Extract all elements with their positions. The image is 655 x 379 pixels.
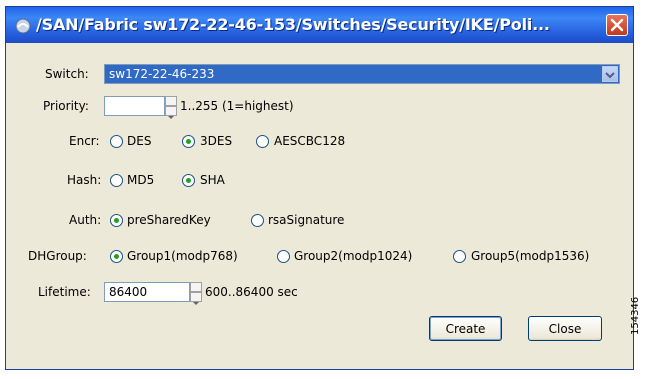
switch-value: sw172-22-46-233 xyxy=(109,67,215,81)
switch-dropdown-button[interactable] xyxy=(602,66,618,82)
create-button[interactable]: Create xyxy=(429,316,502,341)
dh-group2-radio[interactable] xyxy=(277,250,290,263)
app-icon xyxy=(15,18,31,34)
close-icon xyxy=(610,18,624,32)
encr-3des-label: 3DES xyxy=(200,134,233,148)
encr-label: Encr: xyxy=(69,134,100,148)
priority-hint: 1..255 (1=highest) xyxy=(180,99,294,113)
auth-label: Auth: xyxy=(69,213,102,227)
dh-group5-radio[interactable] xyxy=(453,250,466,263)
lifetime-input[interactable]: 86400 xyxy=(104,282,190,302)
close-window-button[interactable] xyxy=(606,14,628,36)
auth-rsasignature-label: rsaSignature xyxy=(268,213,345,227)
lifetime-label: Lifetime: xyxy=(38,285,91,299)
encr-3des-radio[interactable] xyxy=(182,135,195,148)
auth-rsasignature-radio[interactable] xyxy=(251,214,264,227)
dialog-window: /SAN/Fabric sw172-22-46-153/Switches/Sec… xyxy=(5,6,634,370)
hash-md5-label: MD5 xyxy=(127,173,155,187)
spin-up-icon[interactable] xyxy=(190,282,202,296)
encr-des-radio[interactable] xyxy=(110,135,123,148)
dh-group1-radio[interactable] xyxy=(110,250,123,263)
hash-md5-radio[interactable] xyxy=(110,174,123,187)
priority-input[interactable] xyxy=(104,96,165,116)
close-button[interactable]: Close xyxy=(528,316,602,341)
figure-id: 154346 xyxy=(630,296,641,335)
dh-group2-label: Group2(modp1024) xyxy=(294,249,413,263)
priority-spinner[interactable] xyxy=(165,96,177,119)
spin-down-icon[interactable] xyxy=(190,292,202,305)
dialog-body: Switch: sw172-22-46-233 Priority: 1..255… xyxy=(6,43,633,369)
encr-des-label: DES xyxy=(127,134,152,148)
dh-group5-label: Group5(modp1536) xyxy=(471,249,590,263)
window-title: /SAN/Fabric sw172-22-46-153/Switches/Sec… xyxy=(36,15,550,34)
dhgroup-label: DHGroup: xyxy=(28,249,87,263)
dh-group1-label: Group1(modp768) xyxy=(127,249,238,263)
auth-presharedkey-label: preSharedKey xyxy=(127,213,211,227)
spin-down-icon[interactable] xyxy=(165,106,177,119)
lifetime-spinner[interactable] xyxy=(190,282,202,305)
priority-label: Priority: xyxy=(43,99,89,113)
auth-presharedkey-radio[interactable] xyxy=(110,214,123,227)
switch-label: Switch: xyxy=(45,67,89,81)
chevron-down-icon xyxy=(605,72,615,79)
encr-aescbc128-radio[interactable] xyxy=(256,135,269,148)
title-bar[interactable]: /SAN/Fabric sw172-22-46-153/Switches/Sec… xyxy=(6,7,633,43)
encr-aescbc128-label: AESCBC128 xyxy=(274,134,346,148)
hash-sha-radio[interactable] xyxy=(182,174,195,187)
hash-sha-label: SHA xyxy=(200,173,225,187)
hash-label: Hash: xyxy=(67,173,102,187)
switch-select[interactable]: sw172-22-46-233 xyxy=(104,64,620,84)
lifetime-hint: 600..86400 sec xyxy=(205,285,298,299)
spin-up-icon[interactable] xyxy=(165,96,177,110)
